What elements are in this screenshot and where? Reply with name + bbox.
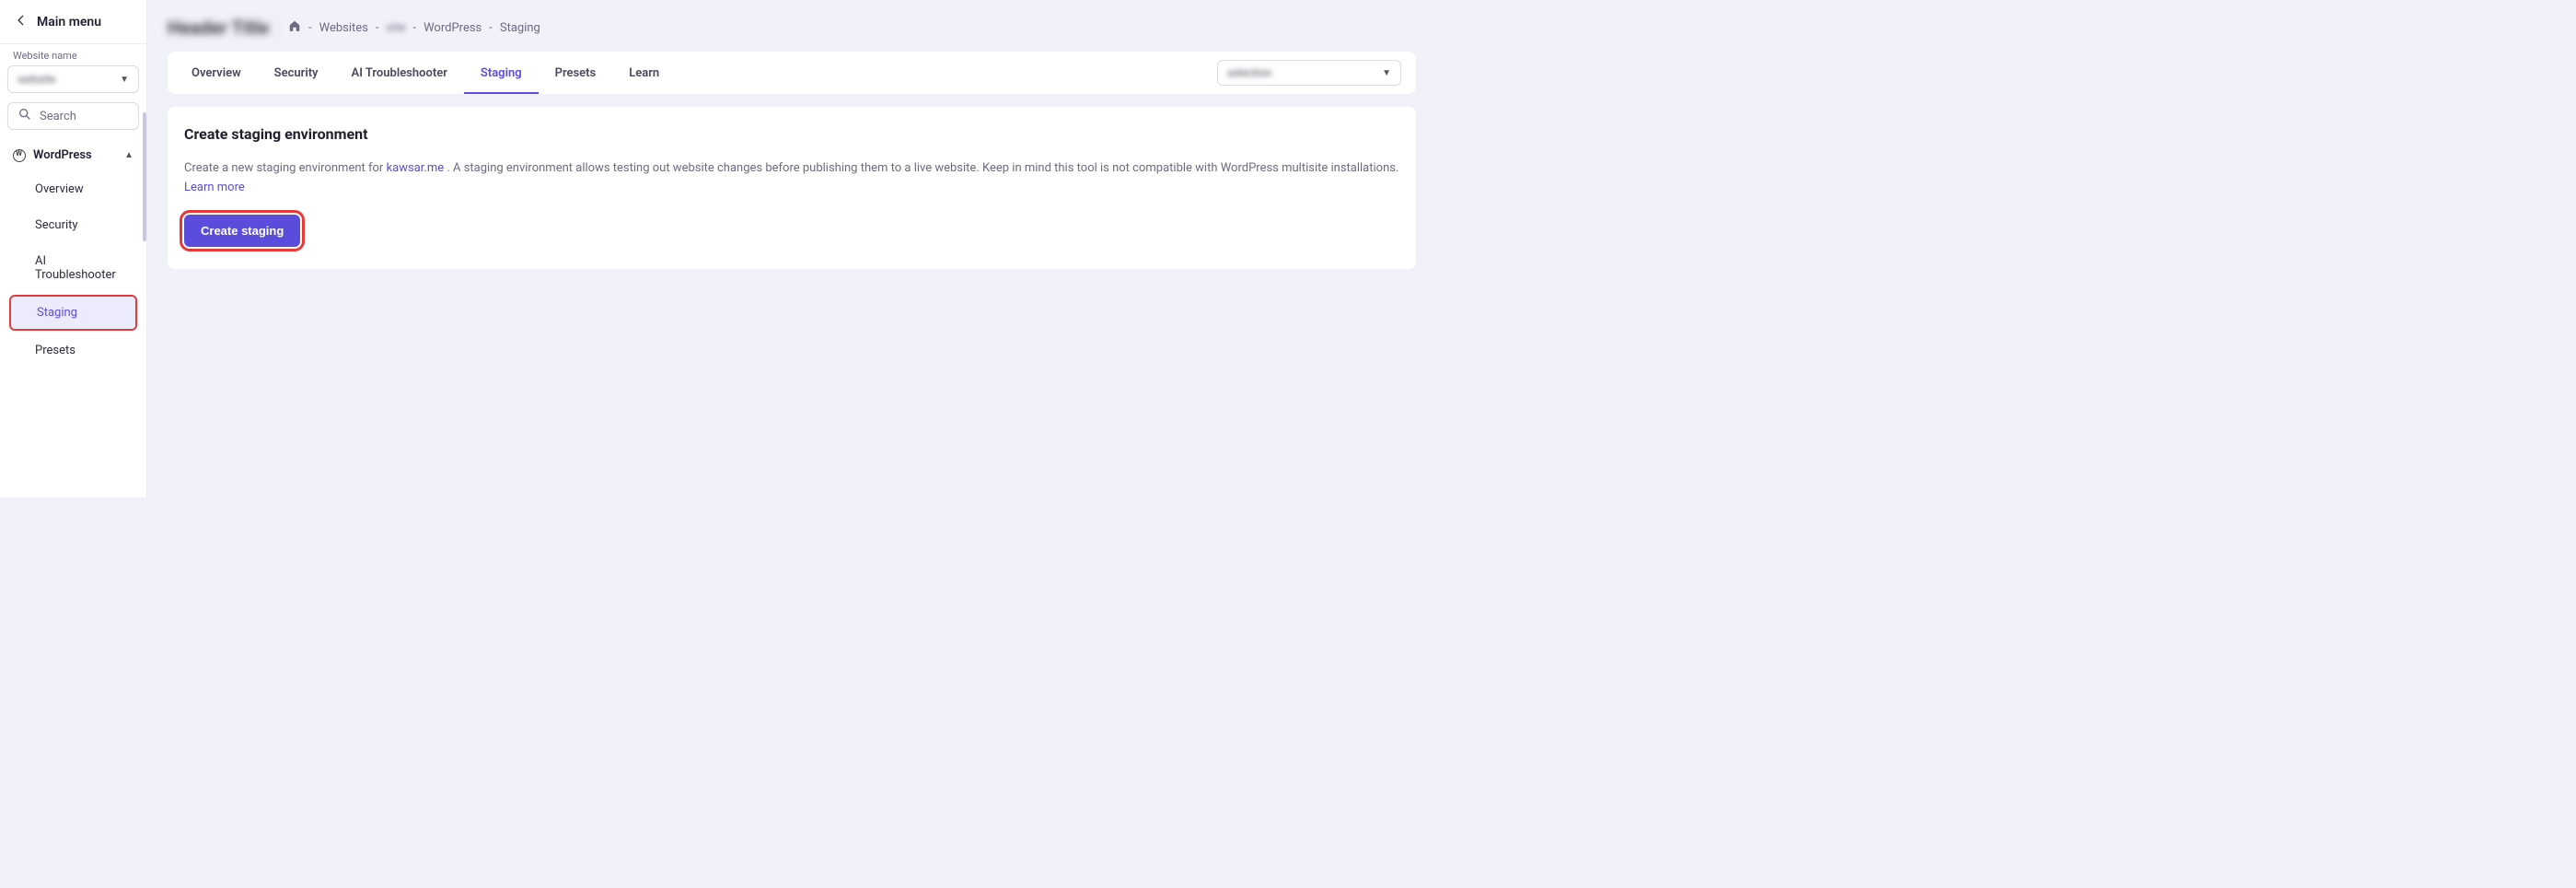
tab-label: Learn bbox=[629, 66, 659, 80]
bc-sep: - bbox=[489, 21, 493, 35]
sidebar-item-ai-troubleshooter[interactable]: AI Troubleshooter bbox=[9, 245, 137, 291]
tab-label: AI Troubleshooter bbox=[352, 66, 447, 80]
page-title-blur: Header Title bbox=[168, 17, 277, 39]
tabs: Overview Security AI Troubleshooter Stag… bbox=[175, 52, 676, 94]
main-content: Header Title - Websites - site - WordPre… bbox=[147, 0, 1436, 497]
breadcrumb: Header Title - Websites - site - WordPre… bbox=[168, 17, 1416, 39]
tab-staging[interactable]: Staging bbox=[464, 52, 539, 94]
sidebar-item-label: Overview bbox=[35, 182, 84, 196]
bc-sep: - bbox=[376, 21, 379, 35]
chevron-down-icon: ▼ bbox=[1382, 68, 1391, 78]
sidebar-item-staging[interactable]: Staging bbox=[9, 295, 137, 331]
sidebar-item-label: AI Troubleshooter bbox=[35, 254, 116, 282]
tab-label: Security bbox=[274, 66, 319, 80]
sidebar-item-label: Staging bbox=[37, 306, 77, 320]
sidebar-item-label: Presets bbox=[35, 344, 75, 357]
chevron-down-icon: ▼ bbox=[120, 75, 129, 85]
scrollbar-thumb[interactable] bbox=[143, 112, 146, 241]
bc-sep: - bbox=[308, 21, 312, 35]
search-placeholder: Search bbox=[40, 110, 76, 123]
bc-staging: Staging bbox=[500, 21, 540, 35]
bc-websites[interactable]: Websites bbox=[319, 21, 368, 35]
bc-site-blur[interactable]: site bbox=[386, 21, 405, 35]
chevron-left-icon bbox=[15, 13, 28, 30]
sidebar-item-security[interactable]: Security bbox=[9, 209, 137, 241]
website-select[interactable]: website ▼ bbox=[7, 65, 139, 93]
panel-description: Create a new staging environment for kaw… bbox=[184, 159, 1399, 198]
search-icon bbox=[17, 107, 32, 125]
domain-link[interactable]: kawsar.me bbox=[387, 161, 445, 175]
tab-label: Presets bbox=[555, 66, 597, 80]
tab-security[interactable]: Security bbox=[258, 52, 335, 94]
home-icon[interactable] bbox=[288, 19, 301, 36]
chevron-up-icon: ▲ bbox=[124, 150, 133, 160]
learn-more-link[interactable]: Learn more bbox=[184, 181, 245, 194]
panel-text-pre: Create a new staging environment for bbox=[184, 161, 387, 175]
website-select-value: website bbox=[17, 73, 56, 86]
panel-title: Create staging environment bbox=[184, 125, 1399, 143]
bc-sep: - bbox=[413, 21, 417, 35]
back-to-main-menu[interactable]: Main menu bbox=[0, 0, 146, 44]
sidebar-item-presets[interactable]: Presets bbox=[9, 334, 137, 367]
sidebar: Main menu Website name website ▼ Search … bbox=[0, 0, 147, 497]
tab-overview[interactable]: Overview bbox=[175, 52, 258, 94]
search-input[interactable]: Search bbox=[7, 102, 139, 130]
sidebar-item-label: Security bbox=[35, 218, 78, 232]
tab-label: Overview bbox=[191, 66, 241, 80]
panel-text-post: . A staging environment allows testing o… bbox=[444, 161, 1398, 175]
sidebar-nav: Overview Security AI Troubleshooter Stag… bbox=[0, 171, 146, 378]
tabs-card: Overview Security AI Troubleshooter Stag… bbox=[168, 52, 1416, 94]
wordpress-icon bbox=[13, 149, 26, 162]
sidebar-item-overview[interactable]: Overview bbox=[9, 173, 137, 205]
sidebar-section-wordpress[interactable]: WordPress ▲ bbox=[0, 139, 146, 171]
staging-panel: Create staging environment Create a new … bbox=[168, 107, 1416, 269]
tab-ai-troubleshooter[interactable]: AI Troubleshooter bbox=[335, 52, 464, 94]
tabs-select[interactable]: selection ▼ bbox=[1217, 60, 1401, 86]
bc-wordpress[interactable]: WordPress bbox=[424, 21, 482, 35]
create-staging-button[interactable]: Create staging bbox=[184, 215, 300, 247]
tab-label: Staging bbox=[481, 66, 522, 80]
tab-presets[interactable]: Presets bbox=[539, 52, 613, 94]
back-label: Main menu bbox=[37, 15, 101, 29]
tab-learn[interactable]: Learn bbox=[612, 52, 676, 94]
sidebar-section-label: WordPress bbox=[33, 148, 92, 162]
tabs-select-value: selection bbox=[1227, 66, 1271, 79]
website-name-label: Website name bbox=[0, 44, 146, 62]
